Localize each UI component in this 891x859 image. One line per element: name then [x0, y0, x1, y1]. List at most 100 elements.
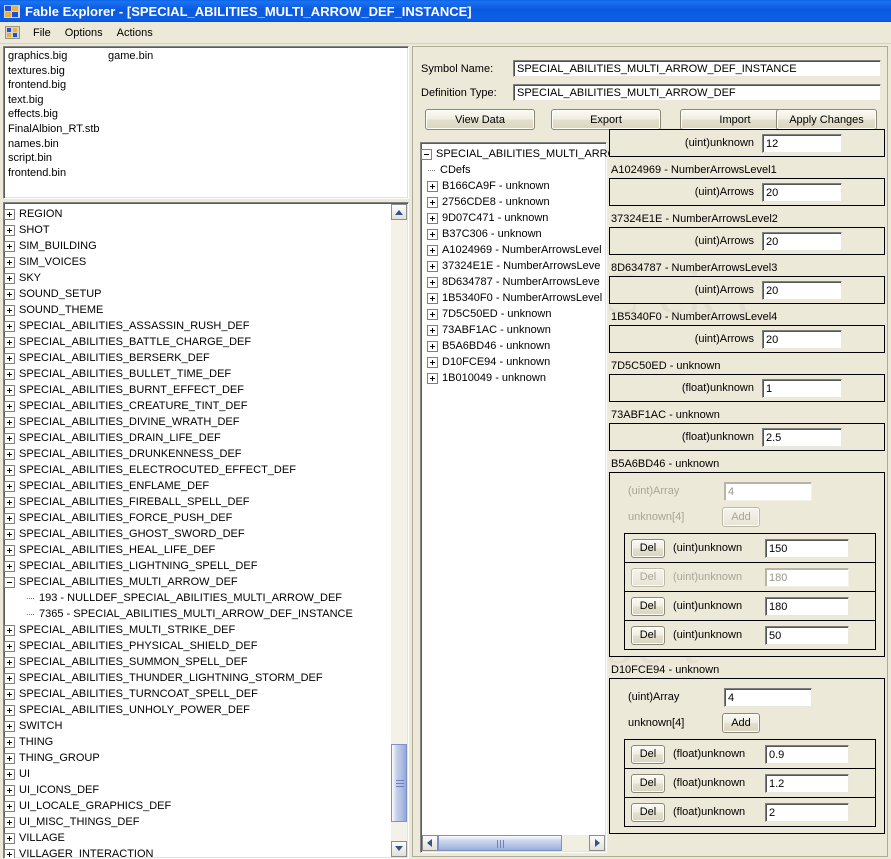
import-button[interactable]: Import — [680, 109, 790, 130]
tree-item-row[interactable]: UI_MISC_THINGS_DEF — [4, 814, 391, 830]
collapse-minus-icon[interactable] — [4, 576, 15, 588]
menu-item-options[interactable]: Options — [58, 25, 110, 41]
tree-item-row[interactable]: SPECIAL_ABILITIES_FIREBALL_SPELL_DEF — [4, 494, 391, 510]
definition-type-input[interactable]: SPECIAL_ABILITIES_MULTI_ARROW_DEF — [513, 84, 881, 101]
file-list-item[interactable]: text.big — [8, 93, 100, 108]
tree-item-row[interactable]: UI — [4, 766, 391, 782]
array-item-delete-button[interactable]: Del — [631, 773, 665, 793]
file-list-panel[interactable]: graphics.big textures.big frontend.big text… — [3, 46, 409, 199]
view-data-button[interactable]: View Data — [425, 109, 535, 130]
tree-item-row[interactable]: UI_LOCALE_GRAPHICS_DEF — [4, 798, 391, 814]
expand-plus-icon[interactable] — [4, 272, 15, 284]
tree-item-row[interactable]: SPECIAL_ABILITIES_SUMMON_SPELL_DEF — [4, 654, 391, 670]
menu-item-file[interactable]: File — [26, 25, 58, 41]
array-item-delete-button[interactable]: Del — [631, 802, 665, 822]
expand-plus-icon[interactable] — [4, 832, 15, 844]
struct-item-row[interactable]: 37324E1E - NumberArrowsLeve — [421, 258, 604, 274]
struct-item-row[interactable]: B5A6BD46 - unknown — [421, 338, 604, 354]
tree-item-row[interactable]: SPECIAL_ABILITIES_BULLET_TIME_DEF — [4, 366, 391, 382]
property-value-input[interactable]: 20 — [762, 182, 842, 202]
tree-item-row[interactable]: SPECIAL_ABILITIES_PHYSICAL_SHIELD_DEF — [4, 638, 391, 654]
export-button[interactable]: Export — [551, 109, 661, 130]
tree-item-row[interactable]: SPECIAL_ABILITIES_HEAL_LIFE_DEF — [4, 542, 391, 558]
scroll-down-arrow-icon[interactable] — [391, 841, 407, 857]
array-item-delete-button[interactable]: Del — [631, 596, 665, 616]
tree-item-row[interactable]: SPECIAL_ABILITIES_MULTI_ARROW_DEF — [4, 574, 391, 590]
expand-plus-icon[interactable] — [4, 528, 15, 540]
tree-item-row[interactable]: SPECIAL_ABILITIES_THUNDER_LIGHTNING_STOR… — [4, 670, 391, 686]
structure-tree-panel[interactable]: SPECIAL_ABILITIES_MULTI_ARRO CDefs B166CA9… — [420, 142, 616, 853]
array-item-value-input[interactable]: 1.2 — [765, 773, 849, 793]
expand-plus-icon[interactable] — [427, 196, 438, 208]
tree-item-row[interactable]: SPECIAL_ABILITIES_UNHOLY_POWER_DEF — [4, 702, 391, 718]
array-count-input[interactable]: 4 — [724, 687, 812, 707]
struct-item-row[interactable]: 9D07C471 - unknown — [421, 210, 604, 226]
tree-item-row[interactable]: SIM_BUILDING — [4, 238, 391, 254]
tree-item-row[interactable]: SPECIAL_ABILITIES_FORCE_PUSH_DEF — [4, 510, 391, 526]
expand-plus-icon[interactable] — [427, 292, 438, 304]
expand-plus-icon[interactable] — [427, 308, 438, 320]
file-list-item[interactable]: script.bin — [8, 151, 100, 166]
tree-item-row[interactable]: SPECIAL_ABILITIES_DRAIN_LIFE_DEF — [4, 430, 391, 446]
expand-plus-icon[interactable] — [4, 352, 15, 364]
struct-item-row[interactable]: B166CA9F - unknown — [421, 178, 604, 194]
expand-plus-icon[interactable] — [4, 560, 15, 572]
expand-plus-icon[interactable] — [4, 368, 15, 380]
file-list-item[interactable]: frontend.bin — [8, 166, 100, 181]
property-value-input[interactable]: 20 — [762, 280, 842, 300]
expand-plus-icon[interactable] — [4, 448, 15, 460]
expand-plus-icon[interactable] — [427, 356, 438, 368]
struct-item-row[interactable]: 7D5C50ED - unknown — [421, 306, 604, 322]
array-item-delete-button[interactable]: Del — [631, 567, 665, 587]
tree-item-row[interactable]: SPECIAL_ABILITIES_MULTI_STRIKE_DEF — [4, 622, 391, 638]
property-value-input[interactable]: 20 — [762, 329, 842, 349]
array-item-value-input[interactable]: 180 — [765, 596, 849, 616]
tree-item-row[interactable]: THING — [4, 734, 391, 750]
array-item-value-input[interactable]: 50 — [765, 625, 849, 645]
expand-plus-icon[interactable] — [4, 720, 15, 732]
array-add-button[interactable]: Add — [722, 507, 760, 527]
structure-tree-hscrollbar[interactable] — [422, 835, 605, 851]
struct-item-row[interactable]: A1024969 - NumberArrowsLevel — [421, 242, 604, 258]
scroll-left-arrow-icon[interactable] — [422, 835, 438, 851]
struct-item-row[interactable]: 2756CDE8 - unknown — [421, 194, 604, 210]
property-value-input[interactable]: 12 — [762, 133, 842, 153]
expand-plus-icon[interactable] — [4, 688, 15, 700]
expand-plus-icon[interactable] — [4, 304, 15, 316]
definition-tree-vscrollbar[interactable] — [391, 204, 407, 857]
expand-plus-icon[interactable] — [427, 212, 438, 224]
tree-item-row[interactable]: VILLAGER_INTERACTION — [4, 846, 391, 858]
expand-plus-icon[interactable] — [4, 240, 15, 252]
expand-plus-icon[interactable] — [4, 848, 15, 858]
expand-plus-icon[interactable] — [427, 260, 438, 272]
array-add-button[interactable]: Add — [722, 713, 760, 733]
tree-item-row[interactable]: SPECIAL_ABILITIES_TURNCOAT_SPELL_DEF — [4, 686, 391, 702]
tree-item-row[interactable]: THING_GROUP — [4, 750, 391, 766]
expand-plus-icon[interactable] — [427, 276, 438, 288]
expand-plus-icon[interactable] — [4, 400, 15, 412]
properties-panel[interactable]: B37C306 - unknown C ck t ie ur be t (uin… — [609, 129, 885, 856]
expand-plus-icon[interactable] — [4, 656, 15, 668]
struct-item-row[interactable]: 1B010049 - unknown — [421, 370, 604, 386]
expand-plus-icon[interactable] — [4, 752, 15, 764]
expand-plus-icon[interactable] — [4, 800, 15, 812]
array-item-value-input[interactable]: 0.9 — [765, 744, 849, 764]
tree-item-row[interactable]: SOUND_THEME — [4, 302, 391, 318]
expand-plus-icon[interactable] — [4, 624, 15, 636]
symbol-name-input[interactable]: SPECIAL_ABILITIES_MULTI_ARROW_DEF_INSTAN… — [513, 60, 881, 77]
tree-item-row[interactable]: SPECIAL_ABILITIES_ELECTROCUTED_EFFECT_DE… — [4, 462, 391, 478]
expand-plus-icon[interactable] — [4, 736, 15, 748]
collapse-minus-icon[interactable] — [421, 148, 432, 160]
struct-item-row[interactable]: 1B5340F0 - NumberArrowsLevel — [421, 290, 604, 306]
array-item-delete-button[interactable]: Del — [631, 538, 665, 558]
tree-item-row[interactable]: SPECIAL_ABILITIES_ASSASSIN_RUSH_DEF — [4, 318, 391, 334]
definition-tree-panel[interactable]: REGION SHOT SIM_BUILDING SIM_VOICES SKY SOUND… — [3, 202, 409, 859]
expand-plus-icon[interactable] — [4, 432, 15, 444]
array-item-delete-button[interactable]: Del — [631, 744, 665, 764]
property-value-input[interactable]: 2.5 — [762, 427, 842, 447]
tree-item-row[interactable]: SWITCH — [4, 718, 391, 734]
struct-item-row[interactable]: SPECIAL_ABILITIES_MULTI_ARRO — [421, 146, 616, 162]
menu-item-actions[interactable]: Actions — [110, 25, 160, 41]
array-item-value-input[interactable]: 150 — [765, 538, 849, 558]
expand-plus-icon[interactable] — [4, 416, 15, 428]
